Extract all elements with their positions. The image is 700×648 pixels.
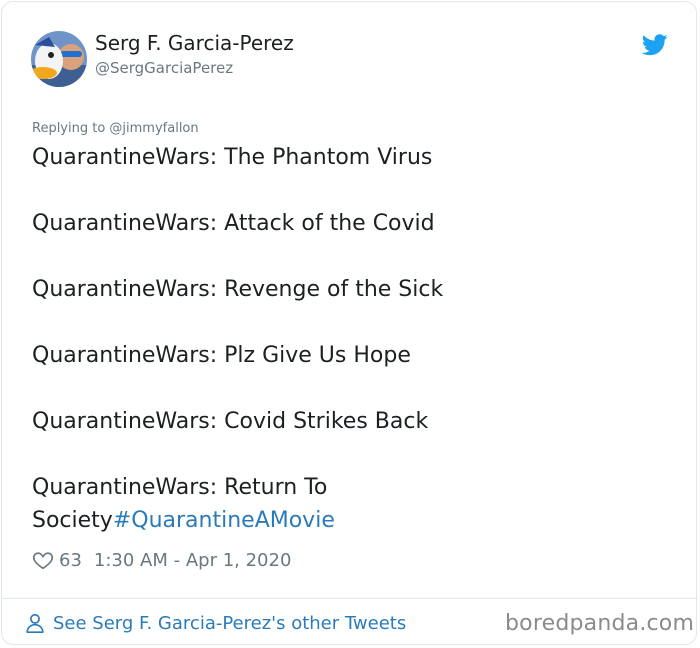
tweet-text-line-last: Society#QuarantineAMovie <box>32 504 335 537</box>
avatar[interactable] <box>31 31 87 87</box>
like-count: 63 <box>59 549 82 571</box>
tweet-text-line: QuarantineWars: Plz Give Us Hope <box>32 343 411 368</box>
tweet-meta: 63 1:30 AM - Apr 1, 2020 <box>32 545 291 575</box>
author-name[interactable]: Serg F. Garcia-Perez <box>95 31 294 55</box>
tweet-text-fragment: Society <box>32 508 113 533</box>
author-handle[interactable]: @SergGarciaPerez <box>95 59 233 77</box>
tweet-text-line: QuarantineWars: Return To <box>32 475 328 500</box>
person-icon <box>26 613 44 633</box>
divider <box>2 598 698 599</box>
tweet-text-line: QuarantineWars: Revenge of the Sick <box>32 277 444 302</box>
see-other-tweets-label: See Serg F. Garcia-Perez's other Tweets <box>53 612 407 634</box>
watermark: boredpanda.com <box>505 611 695 636</box>
heart-icon[interactable] <box>32 549 54 571</box>
avatar-image <box>31 31 87 87</box>
reply-context[interactable]: Replying to @jimmyfallon <box>32 121 199 136</box>
twitter-bird-icon[interactable] <box>642 34 668 56</box>
hashtag-link[interactable]: #QuarantineAMovie <box>113 508 335 533</box>
tweet-timestamp[interactable]: 1:30 AM - Apr 1, 2020 <box>94 550 292 571</box>
tweet-text-line: QuarantineWars: The Phantom Virus <box>32 145 433 170</box>
see-other-tweets-link[interactable]: See Serg F. Garcia-Perez's other Tweets <box>24 609 406 637</box>
tweet-text-line: QuarantineWars: Attack of the Covid <box>32 211 435 236</box>
tweet-text-line: QuarantineWars: Covid Strikes Back <box>32 409 429 434</box>
